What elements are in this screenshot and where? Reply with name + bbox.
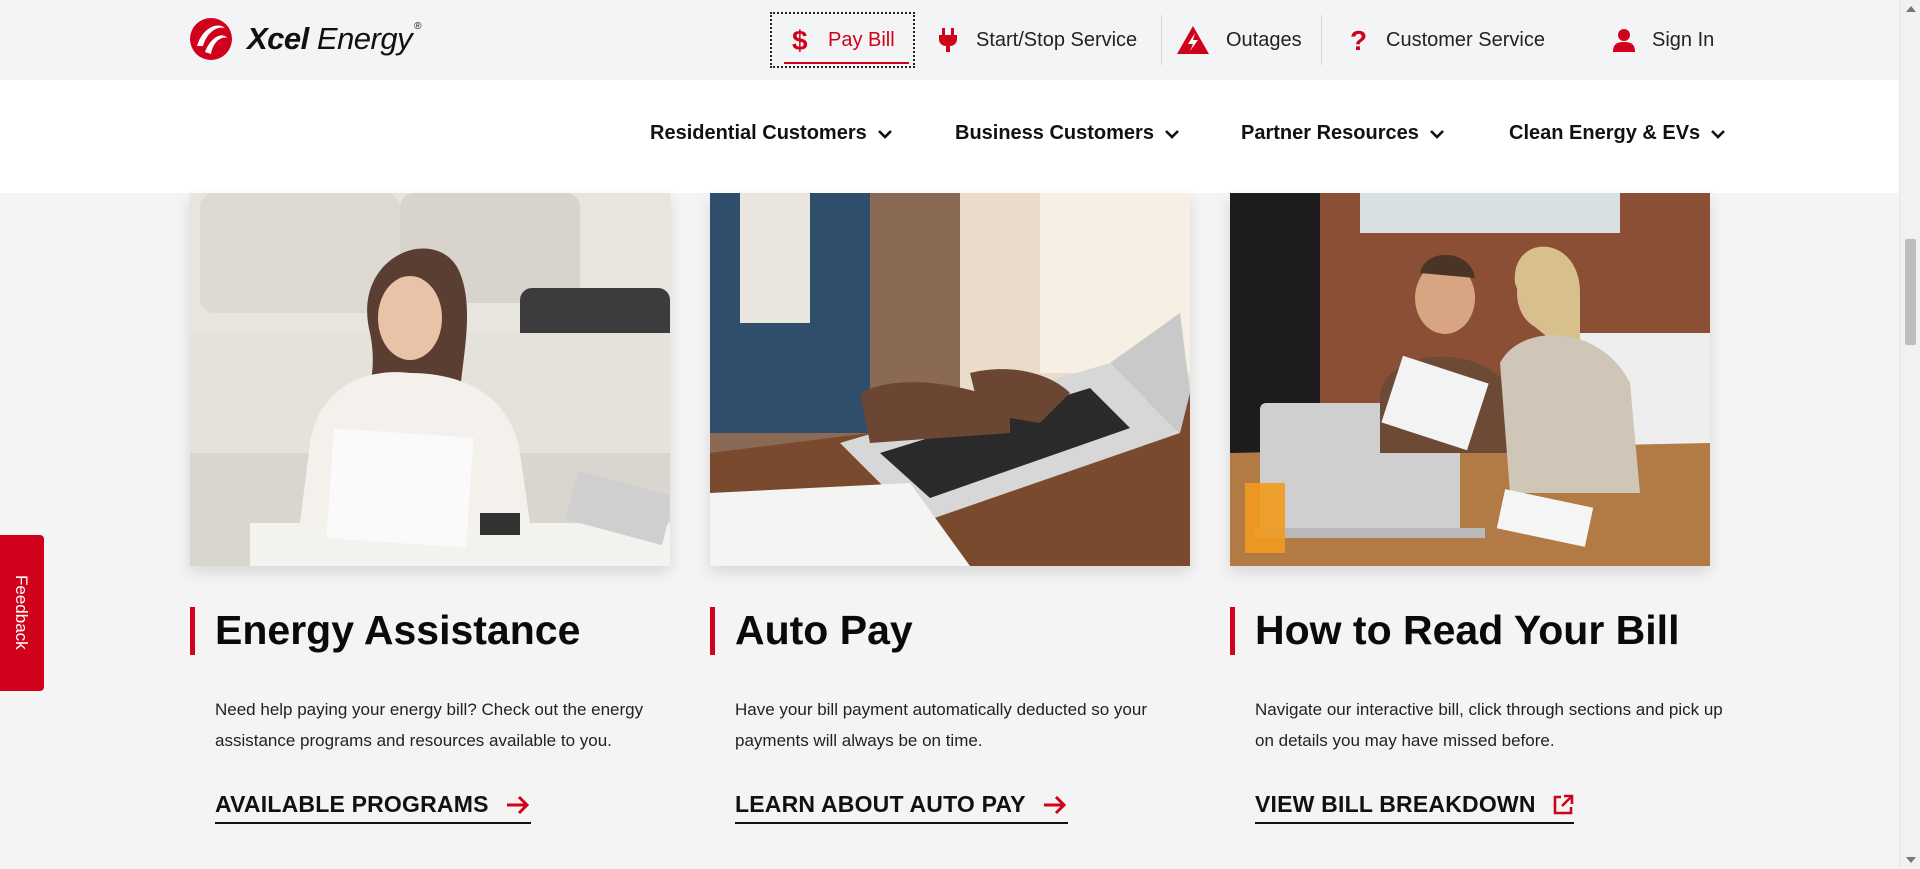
- pay-bill-label: Pay Bill: [784, 28, 909, 64]
- chevron-down-icon: [1429, 129, 1444, 139]
- nav-label: Residential Customers: [650, 122, 867, 144]
- feedback-label: Feedback: [12, 575, 31, 650]
- card-description: Have your bill payment automatically ded…: [735, 700, 1147, 750]
- nav-business-customers[interactable]: Business Customers: [955, 122, 1180, 145]
- page-scrollbar[interactable]: [1899, 0, 1920, 869]
- hands-typing-laptop-photo: [710, 193, 1190, 566]
- dollar-icon: $: [788, 26, 812, 54]
- view-bill-breakdown-link[interactable]: VIEW BILL BREAKDOWN: [1255, 791, 1574, 824]
- nav-divider: [1161, 15, 1162, 65]
- chevron-down-icon: [1165, 129, 1179, 139]
- card-how-to-read-your-bill: How to Read Your Bill Navigate our inter…: [1230, 193, 1723, 824]
- nav-divider: [1321, 15, 1322, 65]
- card-energy-assistance: Energy Assistance Need help paying your …: [190, 193, 670, 824]
- available-programs-link[interactable]: AVAILABLE PROGRAMS: [215, 791, 531, 824]
- scroll-down-icon[interactable]: [1906, 857, 1916, 863]
- warning-bolt-icon: [1176, 26, 1210, 54]
- arrow-right-icon: [1043, 795, 1066, 814]
- start-stop-service-label: Start/Stop Service: [976, 28, 1138, 51]
- question-icon: ?: [1346, 26, 1370, 54]
- card-title: Auto Pay: [710, 607, 913, 655]
- cta-label: AVAILABLE PROGRAMS: [215, 791, 489, 817]
- svg-text:?: ?: [1350, 26, 1367, 54]
- arrow-right-icon: [506, 795, 529, 814]
- scroll-up-icon[interactable]: [1906, 6, 1916, 12]
- sign-in-label: Sign In: [1652, 28, 1715, 51]
- couple-reading-bill-photo: [1230, 193, 1710, 566]
- nav-partner-resources[interactable]: Partner Resources: [1241, 122, 1445, 145]
- sign-in-link[interactable]: Sign In: [1612, 12, 1714, 68]
- pay-bill-link[interactable]: $ Pay Bill: [770, 12, 915, 68]
- plug-icon: [936, 27, 960, 53]
- brand-name: Xcel Energy ®: [247, 21, 421, 56]
- xcel-logo-icon: [190, 18, 232, 60]
- nav-label: Partner Resources: [1241, 122, 1419, 144]
- external-link-icon: [1553, 794, 1573, 814]
- utility-header: Xcel Energy ® $ Pay Bill Start/Stop Servi…: [0, 0, 1899, 80]
- outages-link[interactable]: Outages: [1176, 12, 1302, 68]
- chevron-down-icon: [1711, 129, 1726, 139]
- nav-label: Clean Energy & EVs: [1509, 122, 1701, 144]
- customer-service-label: Customer Service: [1386, 28, 1545, 51]
- card-title: Energy Assistance: [190, 607, 580, 655]
- card-title: How to Read Your Bill: [1230, 607, 1679, 655]
- outages-label: Outages: [1226, 28, 1302, 51]
- svg-text:$: $: [792, 26, 808, 54]
- card-description: Navigate our interactive bill, click thr…: [1255, 700, 1723, 750]
- xcel-energy-logo[interactable]: Xcel Energy ®: [189, 16, 421, 62]
- nav-clean-energy-evs[interactable]: Clean Energy & EVs: [1509, 122, 1726, 145]
- feedback-tab[interactable]: Feedback: [0, 535, 44, 691]
- chevron-down-icon: [877, 129, 892, 139]
- cta-label: LEARN ABOUT AUTO PAY: [735, 791, 1026, 817]
- learn-about-auto-pay-link[interactable]: LEARN ABOUT AUTO PAY: [735, 791, 1068, 824]
- nav-label: Business Customers: [955, 122, 1154, 144]
- customer-service-link[interactable]: ? Customer Service: [1346, 12, 1545, 68]
- nav-residential-customers[interactable]: Residential Customers: [650, 122, 893, 145]
- woman-reviewing-bill-photo: [190, 193, 670, 566]
- card-auto-pay: Auto Pay Have your bill payment automati…: [710, 193, 1190, 824]
- cta-label: VIEW BILL BREAKDOWN: [1255, 791, 1536, 817]
- user-icon: [1612, 27, 1636, 53]
- card-description: Need help paying your energy bill? Check…: [215, 700, 644, 750]
- start-stop-service-link[interactable]: Start/Stop Service: [936, 12, 1137, 68]
- scrollbar-thumb[interactable]: [1905, 239, 1916, 345]
- main-navigation: Residential Customers Business Customers…: [0, 80, 1899, 193]
